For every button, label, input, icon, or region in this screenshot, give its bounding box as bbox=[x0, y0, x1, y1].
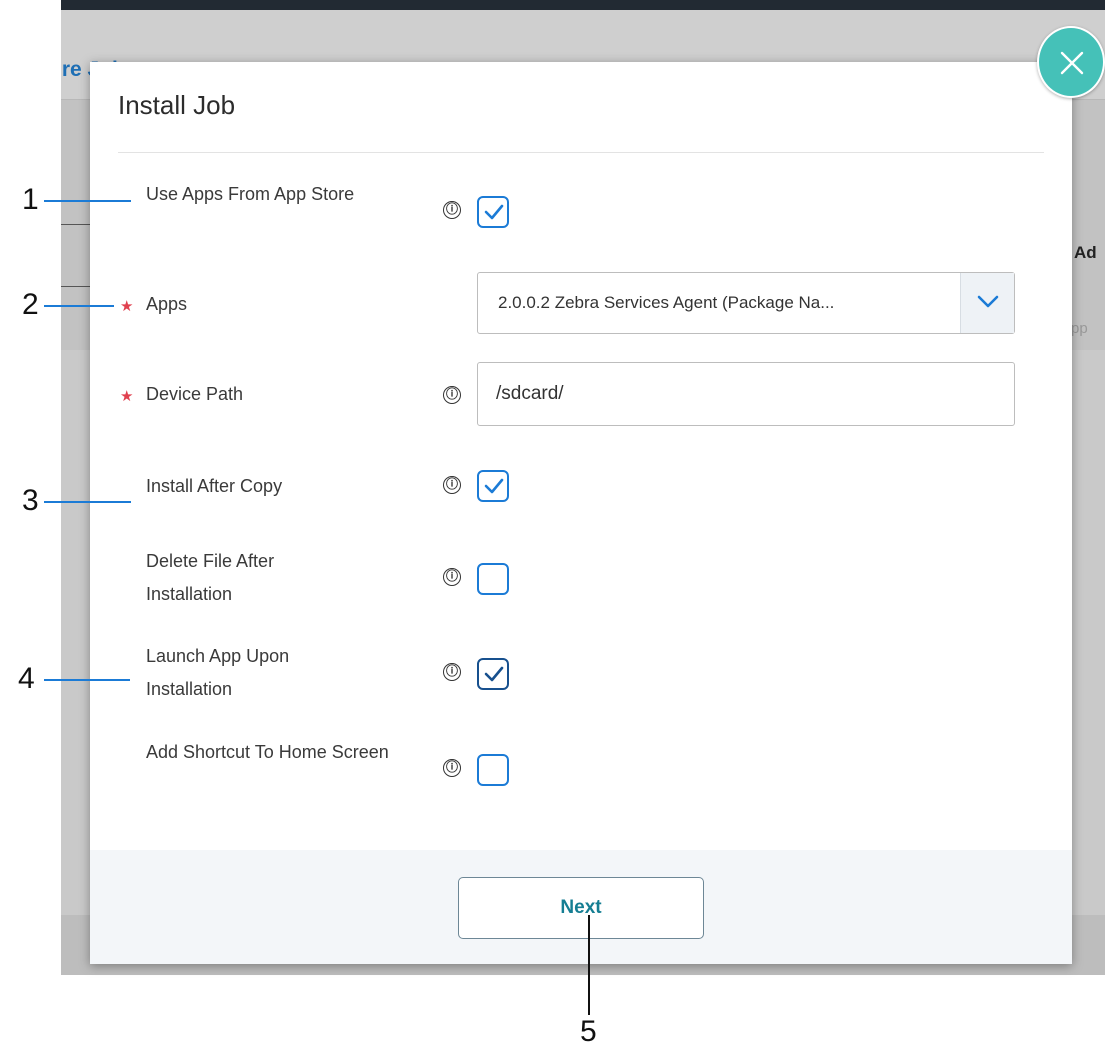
apps-selected-value: 2.0.0.2 Zebra Services Agent (Package Na… bbox=[498, 293, 835, 312]
use-apps-from-app-store-checkbox[interactable] bbox=[477, 196, 509, 228]
install-job-modal: Install Job Use Apps From App Store ⓘ ★ … bbox=[90, 62, 1072, 964]
install-after-copy-label: Install After Copy bbox=[146, 476, 283, 496]
modal-title: Install Job bbox=[118, 90, 236, 120]
apps-dropdown-toggle[interactable] bbox=[960, 273, 1014, 333]
callout-number: 1 bbox=[22, 183, 39, 216]
background-topbar bbox=[61, 0, 1105, 10]
info-icon[interactable]: ⓘ bbox=[443, 759, 461, 777]
callout-number: 5 bbox=[580, 1015, 597, 1046]
install-after-copy-checkbox[interactable] bbox=[477, 470, 509, 502]
launch-app-upon-installation-checkbox[interactable] bbox=[477, 658, 509, 690]
next-button[interactable]: Next bbox=[458, 877, 704, 939]
background-divider bbox=[61, 286, 91, 287]
add-shortcut-to-home-screen-checkbox[interactable] bbox=[477, 754, 509, 786]
info-icon[interactable]: ⓘ bbox=[443, 663, 461, 681]
info-icon[interactable]: ⓘ bbox=[443, 201, 461, 219]
checkmark-icon bbox=[484, 204, 504, 220]
launch-app-upon-installation-label: Launch App Upon Installation bbox=[146, 646, 290, 699]
modal-footer: Next bbox=[90, 850, 1072, 964]
close-button[interactable] bbox=[1037, 26, 1105, 98]
modal-divider bbox=[118, 152, 1044, 153]
apps-label: Apps bbox=[146, 294, 188, 314]
background-divider bbox=[61, 224, 91, 225]
callout-line bbox=[44, 679, 130, 681]
chevron-down-icon bbox=[977, 295, 999, 308]
checkmark-icon bbox=[484, 666, 504, 682]
callout-line bbox=[44, 501, 131, 503]
callout-number: 2 bbox=[22, 288, 39, 321]
callout-line bbox=[44, 305, 114, 307]
device-path-label: Device Path bbox=[146, 384, 244, 404]
use-apps-from-app-store-label: Use Apps From App Store bbox=[146, 184, 355, 204]
close-icon bbox=[1060, 51, 1084, 75]
callout-line bbox=[588, 915, 590, 1015]
info-icon[interactable]: ⓘ bbox=[443, 568, 461, 586]
required-mark: ★ bbox=[120, 298, 134, 315]
callout-number: 4 bbox=[18, 662, 35, 695]
device-path-input[interactable] bbox=[477, 362, 1015, 426]
required-mark: ★ bbox=[120, 388, 134, 405]
add-shortcut-to-home-screen-label: Add Shortcut To Home Screen bbox=[146, 742, 389, 762]
delete-file-after-installation-checkbox[interactable] bbox=[477, 563, 509, 595]
checkmark-icon bbox=[484, 478, 504, 494]
info-icon[interactable]: ⓘ bbox=[443, 476, 461, 494]
callout-number: 3 bbox=[22, 484, 39, 517]
apps-select[interactable]: 2.0.0.2 Zebra Services Agent (Package Na… bbox=[477, 272, 1015, 334]
background-right-text: pp bbox=[1071, 320, 1088, 337]
info-icon[interactable]: ⓘ bbox=[443, 386, 461, 404]
delete-file-after-installation-label: Delete File After Installation bbox=[146, 551, 275, 604]
callout-line bbox=[44, 200, 131, 202]
background-right-text: Ad bbox=[1074, 243, 1097, 262]
